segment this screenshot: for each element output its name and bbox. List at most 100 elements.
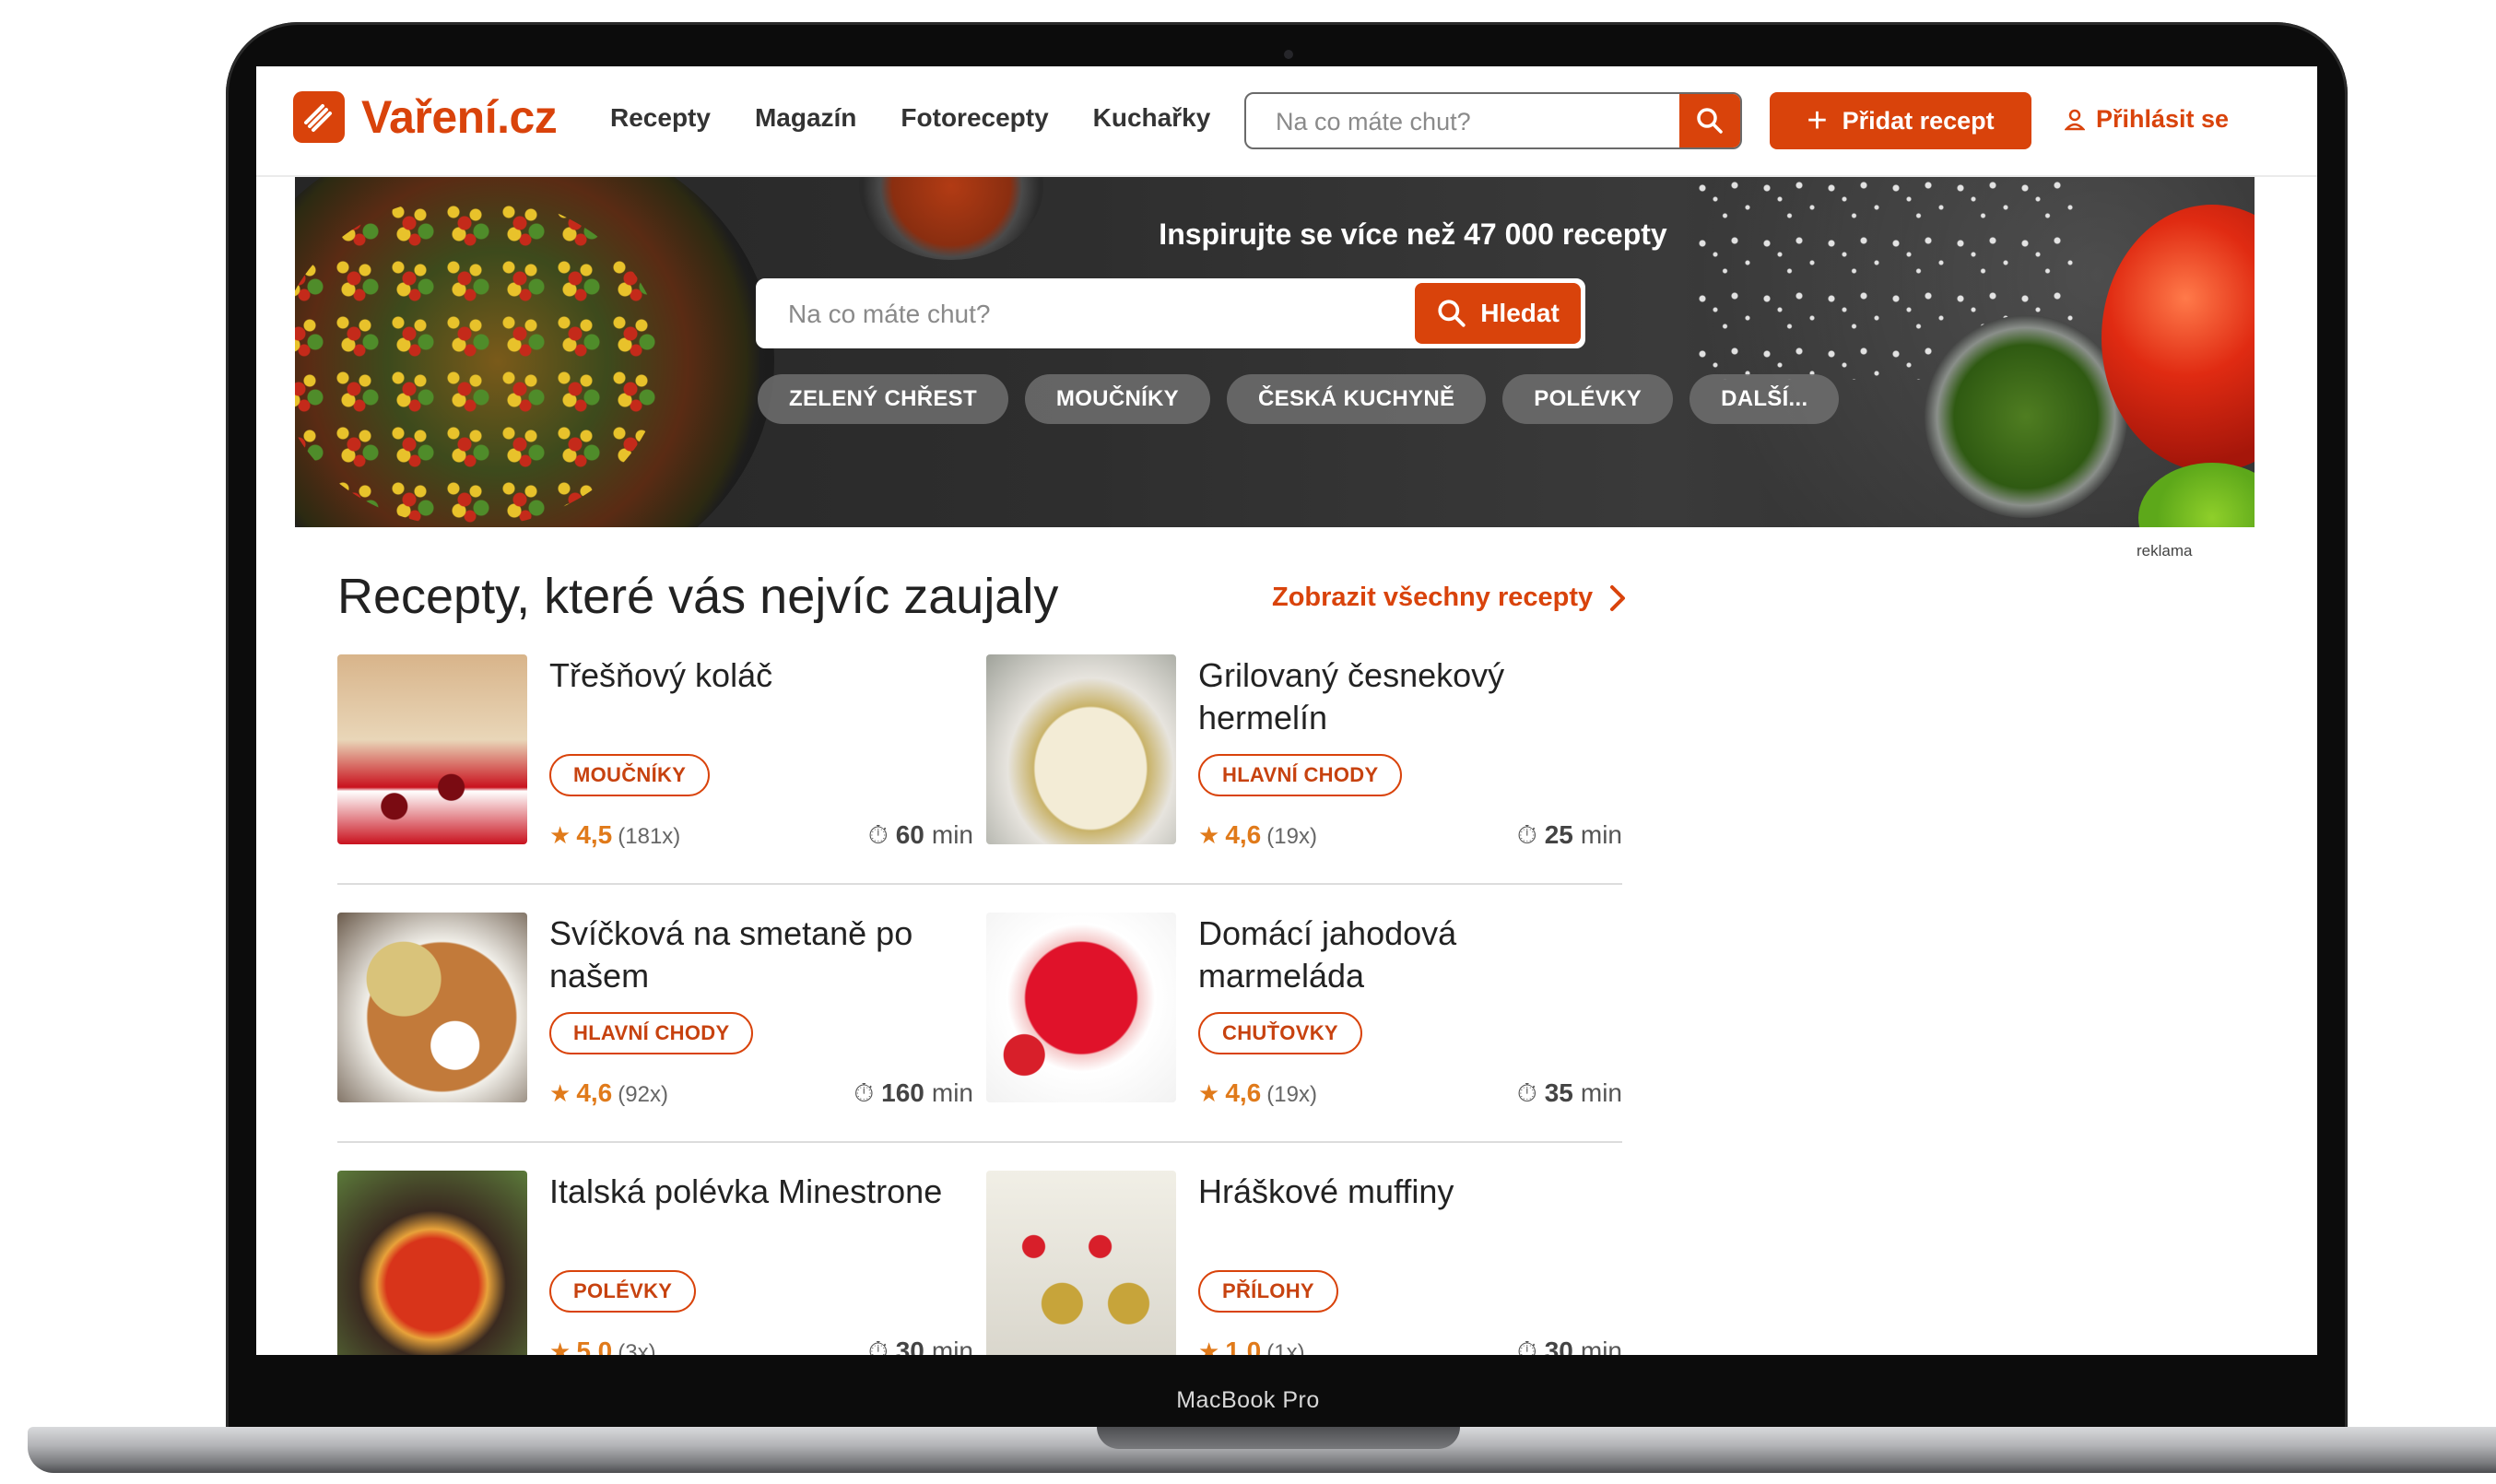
tag-ceska-kuchyne[interactable]: ČESKÁ KUCHYNĚ (1227, 374, 1487, 424)
recipe-category-badge[interactable]: HLAVNÍ CHODY (549, 1012, 754, 1054)
recipe-card[interactable]: Hráškové muffiny PŘÍLOHY ★ 1,0 (1x) ⏱ 30… (986, 1171, 1622, 1355)
recipe-category-badge[interactable]: PŘÍLOHY (1198, 1270, 1338, 1313)
time-unit: min (1580, 1337, 1622, 1355)
recipe-card[interactable]: Italská polévka Minestrone POLÉVKY ★ 5,0… (337, 1171, 973, 1355)
rating-value: 4,6 (576, 1078, 613, 1107)
hero-search-button[interactable]: Hledat (1415, 283, 1581, 344)
time-value: 160 (881, 1078, 924, 1107)
stopwatch-icon: ⏱ (1516, 1337, 1537, 1355)
recipe-thumbnail[interactable] (337, 654, 527, 844)
star-icon: ★ (1198, 1079, 1220, 1107)
rating-count: (181x) (618, 824, 681, 849)
nav-kucharky[interactable]: Kuchařky (1093, 103, 1211, 133)
tag-moucniky[interactable]: MOUČNÍKY (1024, 374, 1210, 424)
recipe-thumbnail[interactable] (337, 1171, 527, 1355)
time-value: 35 (1544, 1078, 1573, 1107)
user-icon (2065, 109, 2085, 130)
tag-zeleny-chrest[interactable]: ZELENÝ CHŘEST (758, 374, 1008, 424)
recipe-title[interactable]: Italská polévka Minestrone (549, 1171, 973, 1213)
main-nav: Recepty Magazín Fotorecepty Kuchařky (610, 103, 1210, 133)
row-divider (337, 883, 1622, 885)
nav-magazin[interactable]: Magazín (755, 103, 856, 133)
tag-polevky[interactable]: POLÉVKY (1502, 374, 1674, 424)
recipe-title[interactable]: Grilovaný česnekový hermelín (1198, 654, 1622, 739)
hero-herbs-image (1925, 315, 2127, 518)
hero-banner: Inspirujte se více než 47 000 recepty Hl… (295, 177, 2255, 527)
recipe-time: ⏱ 35 min (1517, 1078, 1622, 1109)
search-icon (1438, 300, 1466, 327)
recipe-thumbnail[interactable] (986, 1171, 1176, 1355)
hero-search-input[interactable] (759, 281, 1417, 346)
recipe-category-badge[interactable]: POLÉVKY (549, 1270, 697, 1313)
stopwatch-icon: ⏱ (867, 820, 889, 849)
site-logo[interactable]: Vaření.cz (293, 90, 558, 144)
logo-whisk-icon (293, 91, 345, 143)
rating-value: 1,0 (1225, 1337, 1262, 1355)
recipe-title[interactable]: Hráškové muffiny (1198, 1171, 1622, 1213)
recipe-title[interactable]: Třešňový koláč (549, 654, 973, 697)
time-value: 30 (1544, 1337, 1573, 1355)
recipe-category-badge[interactable]: HLAVNÍ CHODY (1198, 754, 1403, 796)
recipe-card[interactable]: Třešňový koláč MOUČNÍKY ★ 4,5 (181x) ⏱ 6… (337, 654, 973, 851)
recipe-category-badge[interactable]: CHUŤOVKY (1198, 1012, 1362, 1054)
recipe-category-badge[interactable]: MOUČNÍKY (549, 754, 711, 796)
stopwatch-icon: ⏱ (854, 1078, 875, 1107)
time-value: 30 (895, 1337, 924, 1355)
recipe-rating: ★ 4,5 (181x) (549, 820, 680, 850)
search-icon (1697, 108, 1723, 134)
tag-dalsi[interactable]: DALŠÍ... (1690, 374, 1840, 424)
nav-fotorecepty[interactable]: Fotorecepty (901, 103, 1048, 133)
recipe-thumbnail[interactable] (337, 913, 527, 1102)
recipe-thumbnail[interactable] (986, 913, 1176, 1102)
recipe-card[interactable]: Svíčková na smetaně po našem HLAVNÍ CHOD… (337, 913, 973, 1108)
recipe-rating: ★ 4,6 (92x) (549, 1078, 668, 1108)
nav-recepty[interactable]: Recepty (610, 103, 711, 133)
header-search-input[interactable] (1246, 94, 1711, 147)
laptop-model-label: MacBook Pro (1176, 1387, 1320, 1413)
logo-text: Vaření.cz (361, 91, 558, 143)
time-unit: min (931, 1078, 973, 1107)
hero-broccoli-image (2138, 463, 2255, 527)
recipe-card[interactable]: Domácí jahodová marmeláda CHUŤOVKY ★ 4,6… (986, 913, 1622, 1109)
time-unit: min (931, 820, 973, 849)
time-value: 25 (1544, 820, 1573, 849)
recipe-rating: ★ 1,0 (1x) (1198, 1337, 1305, 1355)
recipe-title[interactable]: Svíčková na smetaně po našem (549, 913, 973, 997)
recipe-card[interactable]: Grilovaný česnekový hermelín HLAVNÍ CHOD… (986, 654, 1622, 850)
stopwatch-icon: ⏱ (1516, 1078, 1537, 1107)
time-unit: min (1580, 1078, 1622, 1107)
recipe-time: ⏱ 60 min (868, 820, 973, 851)
rating-count: (3x) (618, 1340, 656, 1355)
ad-label: reklama (2137, 542, 2193, 559)
hero-search: Hledat (756, 278, 1585, 348)
rating-count: (92x) (618, 1082, 668, 1107)
recipe-rating: ★ 4,6 (19x) (1198, 1078, 1317, 1108)
show-all-recipes-link[interactable]: Zobrazit všechny recepty (1272, 583, 1626, 613)
hero-search-label: Hledat (1480, 299, 1560, 327)
rating-value: 4,6 (1225, 1078, 1262, 1107)
time-value: 60 (895, 820, 924, 849)
camera-dot (1284, 50, 1293, 59)
login-link[interactable]: Přihlásit se (2065, 105, 2229, 134)
rating-value: 4,6 (1225, 820, 1262, 849)
time-unit: min (1580, 820, 1622, 849)
recipe-thumbnail[interactable] (986, 654, 1176, 844)
browser-viewport: Vaření.cz Recepty Magazín Fotorecepty Ku… (256, 66, 2317, 1355)
rating-count: (19x) (1266, 1082, 1317, 1107)
hero-tags: ZELENÝ CHŘEST MOUČNÍKY ČESKÁ KUCHYNĚ POL… (758, 374, 1840, 424)
recipe-title[interactable]: Domácí jahodová marmeláda (1198, 913, 1622, 997)
header-search-button[interactable] (1679, 94, 1740, 147)
row-divider (337, 1141, 1622, 1143)
rating-value: 4,5 (576, 820, 613, 849)
star-icon: ★ (549, 1079, 571, 1107)
add-recipe-button[interactable]: + Přidat recept (1770, 92, 2031, 149)
chevron-right-icon (1610, 584, 1626, 611)
add-recipe-label: Přidat recept (1842, 106, 1995, 135)
recipe-rating: ★ 5,0 (3x) (549, 1337, 656, 1355)
stopwatch-icon: ⏱ (867, 1337, 889, 1355)
laptop-base-notch (1097, 1427, 1460, 1449)
recipe-time: ⏱ 30 min (1517, 1337, 1622, 1355)
recipe-time: ⏱ 30 min (868, 1337, 973, 1355)
hero-title: Inspirujte se více než 47 000 recepty (1159, 218, 1667, 251)
recipe-rating: ★ 4,6 (19x) (1198, 820, 1317, 850)
